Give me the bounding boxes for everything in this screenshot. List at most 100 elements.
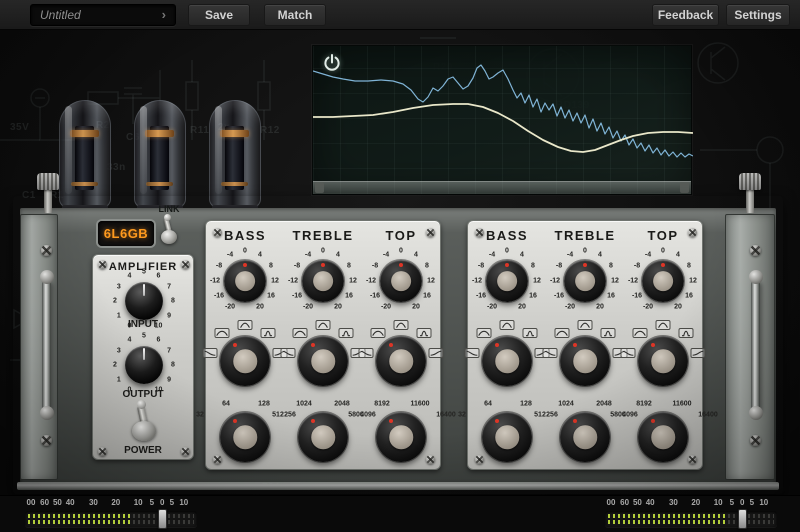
match-button[interactable]: Match xyxy=(264,4,326,26)
knob-scale-label: 20 xyxy=(596,303,604,310)
top-toolbar: Untitled › Save Match Feedback Settings xyxy=(0,0,800,30)
low-shelf-icon xyxy=(358,348,373,358)
bell-wide-icon xyxy=(370,328,385,338)
knob-scale-label: -8 xyxy=(372,263,378,270)
bass-freq-knob[interactable] xyxy=(220,412,270,462)
rack-handle-left xyxy=(42,280,51,412)
preset-selector[interactable]: Untitled › xyxy=(30,4,176,26)
rack-thumbscrew-left xyxy=(37,173,59,213)
knob-scale-label: 20 xyxy=(412,303,420,310)
knob-scale-label: 64 xyxy=(484,401,492,408)
knob-scale-label: 3 xyxy=(117,283,121,290)
knob-scale-label: -16 xyxy=(214,293,224,300)
knob-indicator-dot xyxy=(243,263,247,267)
save-button[interactable]: Save xyxy=(188,4,250,26)
knob-cap xyxy=(495,349,519,373)
meter-scale-label: 20 xyxy=(691,498,700,507)
meter-scale-label: 50 xyxy=(53,498,62,507)
bell-icon xyxy=(578,320,593,330)
knob-scale-label: 12 xyxy=(689,278,697,285)
top-freq-knob[interactable] xyxy=(638,412,688,462)
knob-scale-label: 8 xyxy=(531,263,535,270)
band-label: BASS xyxy=(224,228,266,243)
knob-indicator-dot xyxy=(495,419,499,423)
knob-scale-label: 1024 xyxy=(558,401,574,408)
knob-cap xyxy=(389,349,413,373)
eq-band-top: TOP-20-16-12-8-4048121620580081921160016… xyxy=(362,221,440,469)
meter-fader-handle[interactable] xyxy=(738,509,747,529)
knob-scale-label: -4 xyxy=(645,252,651,259)
knob-scale-label: 512 xyxy=(534,412,546,419)
bell-wide-icon xyxy=(554,328,569,338)
screw xyxy=(688,228,697,237)
rack-ear-left xyxy=(20,214,58,480)
top-gain-knob[interactable] xyxy=(380,260,422,302)
settings-button[interactable]: Settings xyxy=(726,4,790,26)
knob-scale-label: -20 xyxy=(643,303,653,310)
top-shape-knob[interactable] xyxy=(638,336,688,386)
knob-scale-label: 4 xyxy=(414,252,418,259)
bass-gain-knob[interactable] xyxy=(224,260,266,302)
knob-scale-label: 0 xyxy=(583,248,587,255)
knob-scale-label: 7 xyxy=(167,283,171,290)
bass-shape-knob[interactable] xyxy=(220,336,270,386)
knob-scale-label: -12 xyxy=(210,278,220,285)
output-knob-group: 012345678910 xyxy=(96,325,192,397)
knob-scale-label: 12 xyxy=(271,278,279,285)
knob-scale-label: 128 xyxy=(258,401,270,408)
band-label: BASS xyxy=(486,228,528,243)
output-knob[interactable] xyxy=(125,346,163,384)
bass-freq-knob[interactable] xyxy=(482,412,532,462)
analyzer-power-button[interactable] xyxy=(321,53,343,75)
meter-scale-labels: 0060504030201050510 xyxy=(605,498,781,508)
shape-knob-group xyxy=(542,315,628,397)
treble-gain-knob[interactable] xyxy=(564,260,606,302)
screw xyxy=(213,228,222,237)
treble-shape-knob[interactable] xyxy=(298,336,348,386)
meter-fader-track[interactable] xyxy=(605,511,777,527)
low-shelf-icon xyxy=(620,348,635,358)
knob-scale-label: 4 xyxy=(258,252,262,259)
link-toggle-switch[interactable] xyxy=(159,214,179,248)
bass-shape-knob[interactable] xyxy=(482,336,532,386)
bell-wide-icon xyxy=(214,328,229,338)
power-toggle-switch[interactable] xyxy=(128,403,160,443)
knob-cap xyxy=(235,271,255,291)
knob-scale-label: 16 xyxy=(607,293,615,300)
gain-knob-group: -20-16-12-8-4048121620 xyxy=(359,243,443,315)
treble-freq-knob[interactable] xyxy=(560,412,610,462)
input-knob[interactable] xyxy=(125,282,163,320)
bell-narrow-icon xyxy=(261,328,276,338)
knob-scale-label: 8 xyxy=(347,263,351,270)
knob-scale-label: -12 xyxy=(628,278,638,285)
knob-scale-label: -20 xyxy=(303,303,313,310)
treble-gain-knob[interactable] xyxy=(302,260,344,302)
freq-knob-group: 580081921160016400 xyxy=(353,397,449,469)
top-freq-knob[interactable] xyxy=(376,412,426,462)
meter-scale-labels: 0060504030201050510 xyxy=(25,498,201,508)
shape-knob-group xyxy=(358,315,444,397)
treble-shape-knob[interactable] xyxy=(560,336,610,386)
knob-cap xyxy=(575,271,595,291)
treble-freq-knob[interactable] xyxy=(298,412,348,462)
knob-scale-label: -4 xyxy=(567,252,573,259)
knob-scale-label: 9 xyxy=(167,312,171,319)
knob-scale-label: -20 xyxy=(487,303,497,310)
top-shape-knob[interactable] xyxy=(376,336,426,386)
preset-expand-chevron-icon[interactable]: › xyxy=(162,5,166,25)
knob-scale-label: 16 xyxy=(267,293,275,300)
meter-fader-handle[interactable] xyxy=(158,509,167,529)
feedback-button[interactable]: Feedback xyxy=(652,4,719,26)
meter-leds xyxy=(28,514,194,524)
meter-fader-track[interactable] xyxy=(25,511,197,527)
knob-scale-label: -20 xyxy=(565,303,575,310)
bell-icon xyxy=(656,320,671,330)
tube-type-display[interactable]: 6L6GB xyxy=(98,221,154,246)
level-meter-right: 0060504030201050510 xyxy=(605,498,781,531)
meter-scale-label: 40 xyxy=(646,498,655,507)
screw xyxy=(475,228,484,237)
bass-gain-knob[interactable] xyxy=(486,260,528,302)
top-gain-knob[interactable] xyxy=(642,260,684,302)
screw xyxy=(426,228,435,237)
knob-cap xyxy=(651,349,675,373)
